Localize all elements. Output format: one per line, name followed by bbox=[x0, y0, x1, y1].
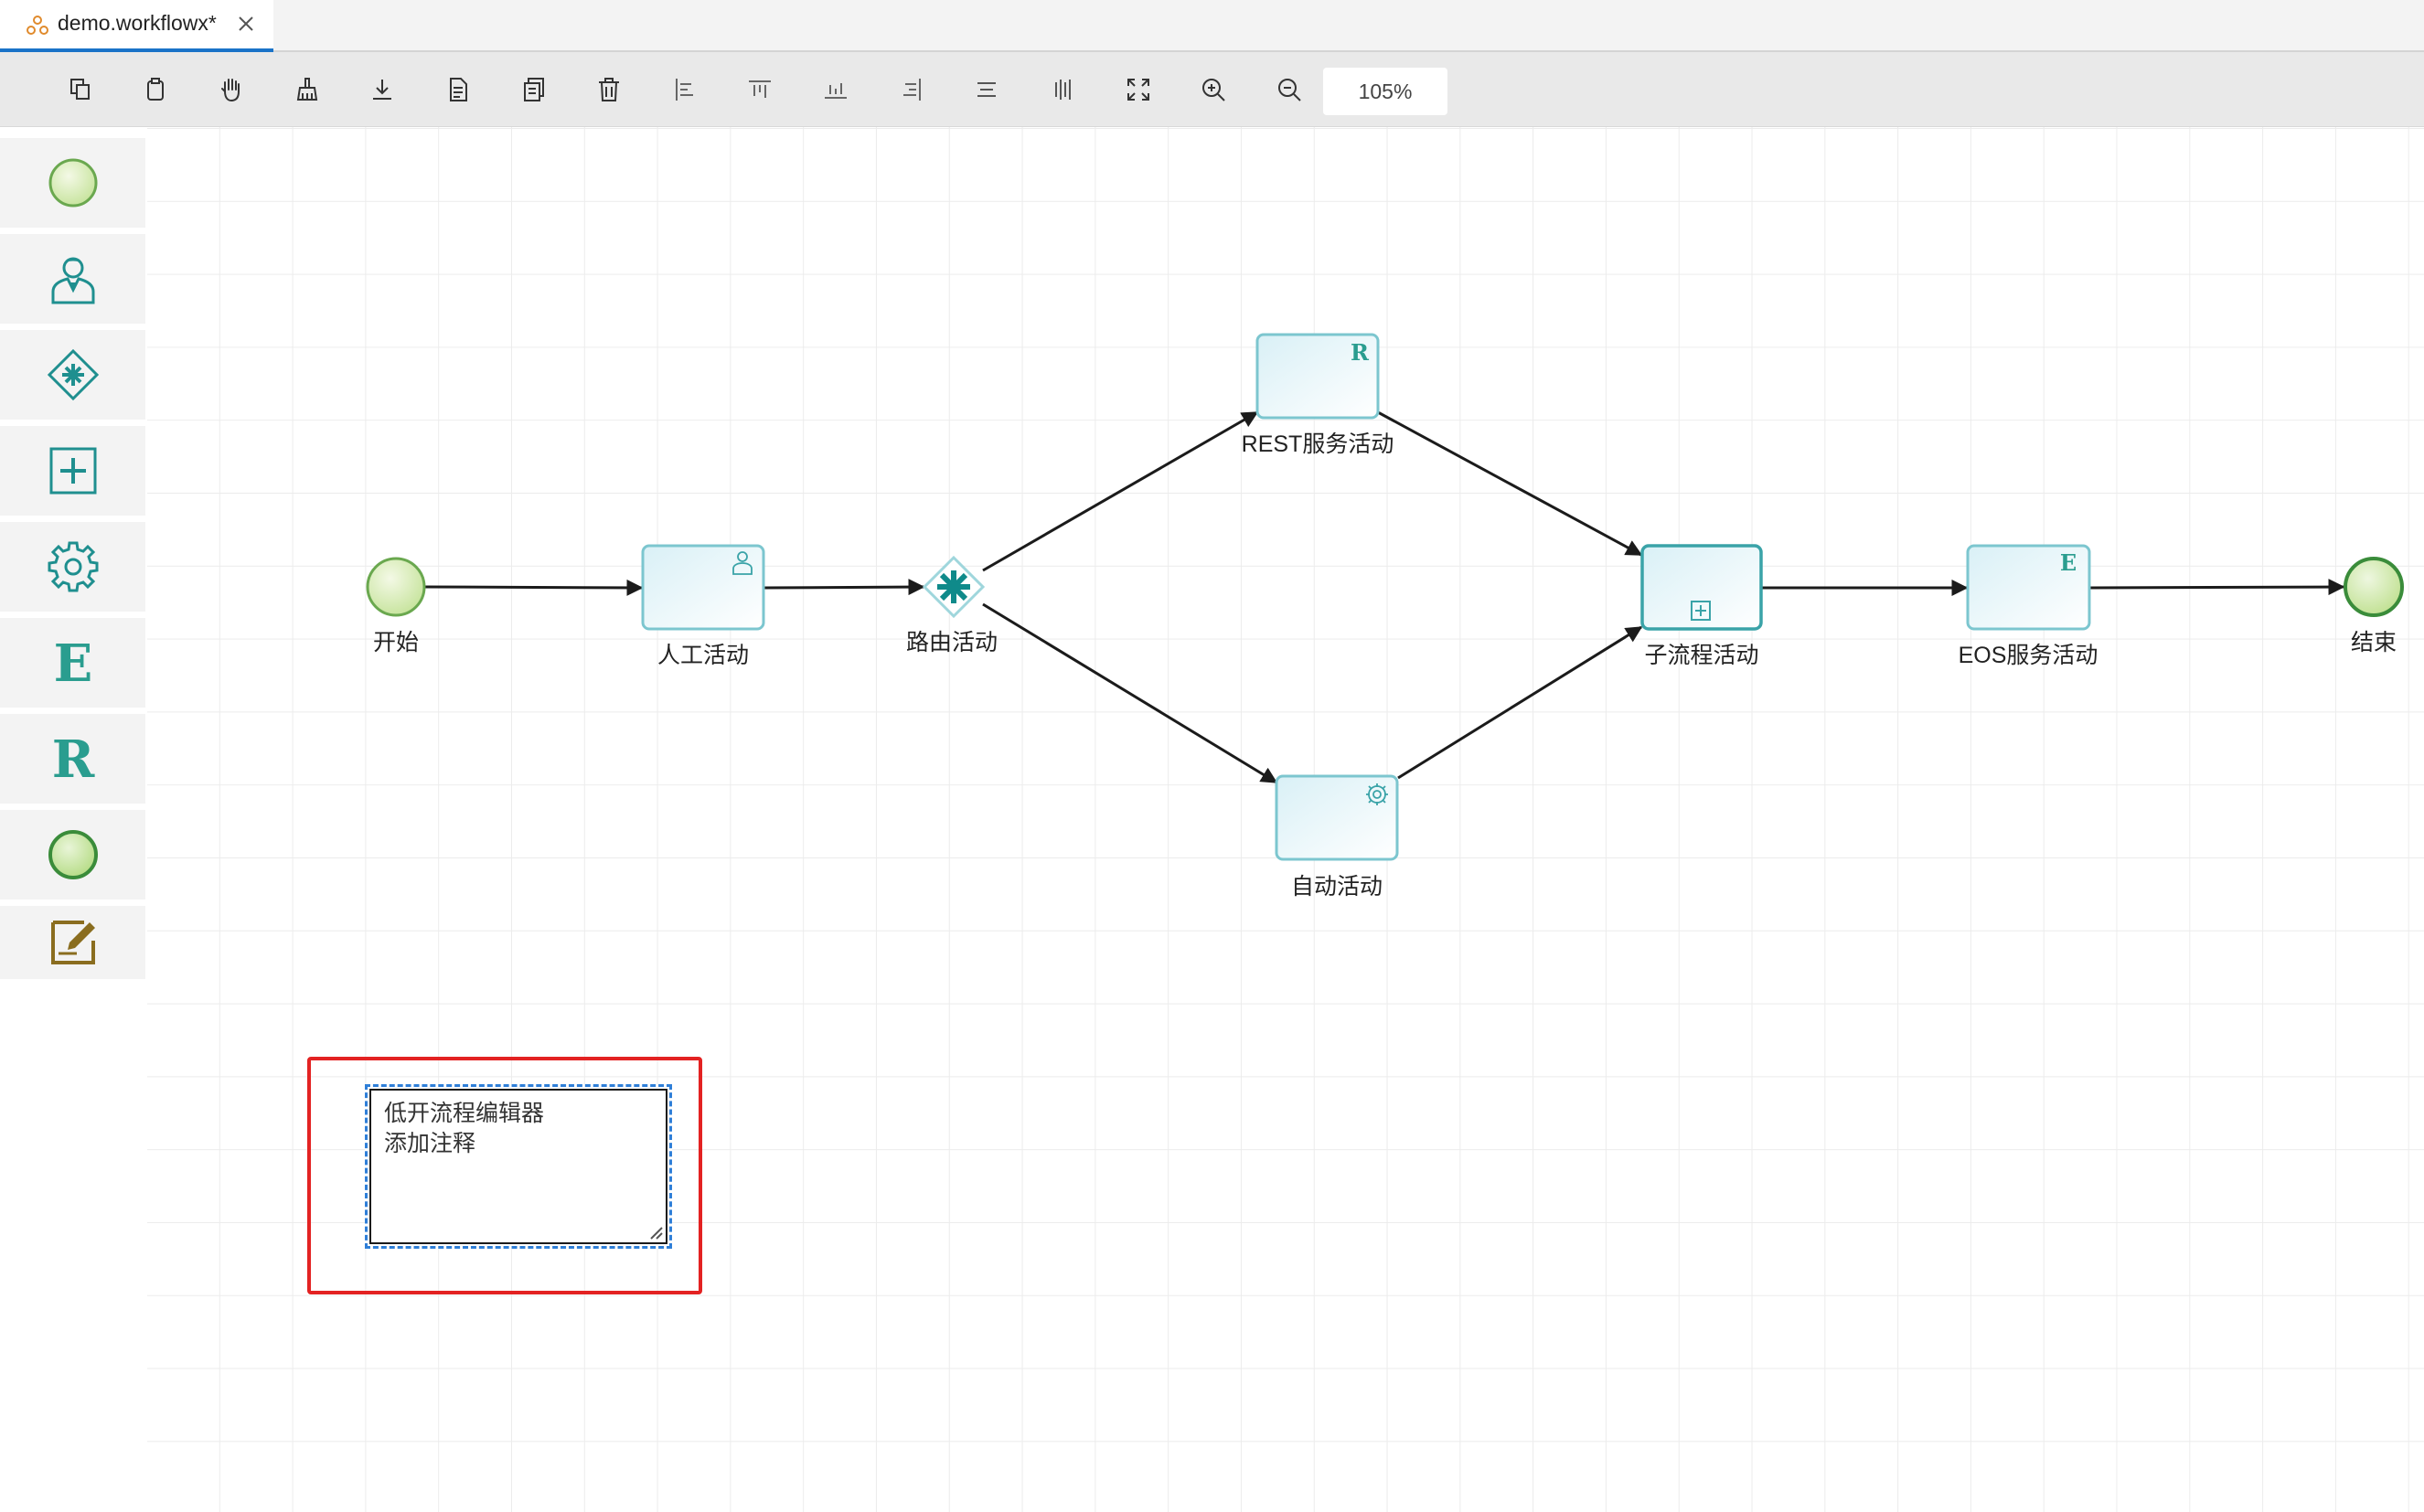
edge-manual-route[interactable] bbox=[764, 579, 925, 596]
edge-auto-subprocess[interactable] bbox=[1397, 625, 1643, 780]
node-label-end: 结束 bbox=[2351, 630, 2397, 655]
node-label-manual: 人工活动 bbox=[657, 643, 749, 668]
edge-eos-end[interactable] bbox=[2089, 579, 2345, 596]
edge-start-manual[interactable] bbox=[424, 579, 644, 596]
node-label-auto: 自动活动 bbox=[1291, 874, 1383, 900]
edge-rest-subprocess[interactable] bbox=[1377, 410, 1643, 557]
rest-service-icon: R bbox=[1351, 339, 1370, 366]
node-label-rest: REST服务活动 bbox=[1242, 431, 1394, 457]
eos-service-icon: E bbox=[2060, 549, 2077, 576]
node-label-route: 路由活动 bbox=[906, 630, 998, 655]
start-event-icon bbox=[366, 557, 426, 617]
annotation-line-1: 低开流程编辑器 bbox=[384, 1100, 545, 1126]
resize-grip-icon[interactable] bbox=[647, 1224, 664, 1240]
annotation-textbox[interactable]: 低开流程编辑器 添加注释 bbox=[365, 1084, 672, 1249]
edge-route-auto[interactable] bbox=[982, 602, 1278, 784]
route-activity-icon bbox=[937, 570, 970, 603]
node-start[interactable]: 开始 bbox=[366, 557, 426, 655]
node-auto-activity[interactable]: 自动活动 bbox=[1275, 774, 1399, 900]
node-label-subprocess: 子流程活动 bbox=[1644, 643, 1758, 668]
node-end[interactable]: 结束 bbox=[2344, 557, 2404, 655]
node-route-activity[interactable]: 路由活动 bbox=[906, 555, 998, 655]
annotation-content[interactable]: 低开流程编辑器 添加注释 bbox=[369, 1089, 667, 1244]
annotation-line-2: 添加注释 bbox=[384, 1130, 476, 1156]
node-subprocess-activity[interactable]: 子流程活动 bbox=[1640, 544, 1763, 668]
node-eos-activity[interactable]: E EOS服务活动 bbox=[1959, 544, 2098, 668]
node-rest-activity[interactable]: R REST服务活动 bbox=[1242, 333, 1394, 457]
edge-route-rest[interactable] bbox=[982, 410, 1259, 572]
end-event-icon bbox=[2344, 557, 2404, 617]
node-label-start: 开始 bbox=[373, 630, 419, 655]
node-manual-activity[interactable]: 人工活动 bbox=[641, 544, 765, 668]
node-label-eos: EOS服务活动 bbox=[1959, 643, 2098, 668]
